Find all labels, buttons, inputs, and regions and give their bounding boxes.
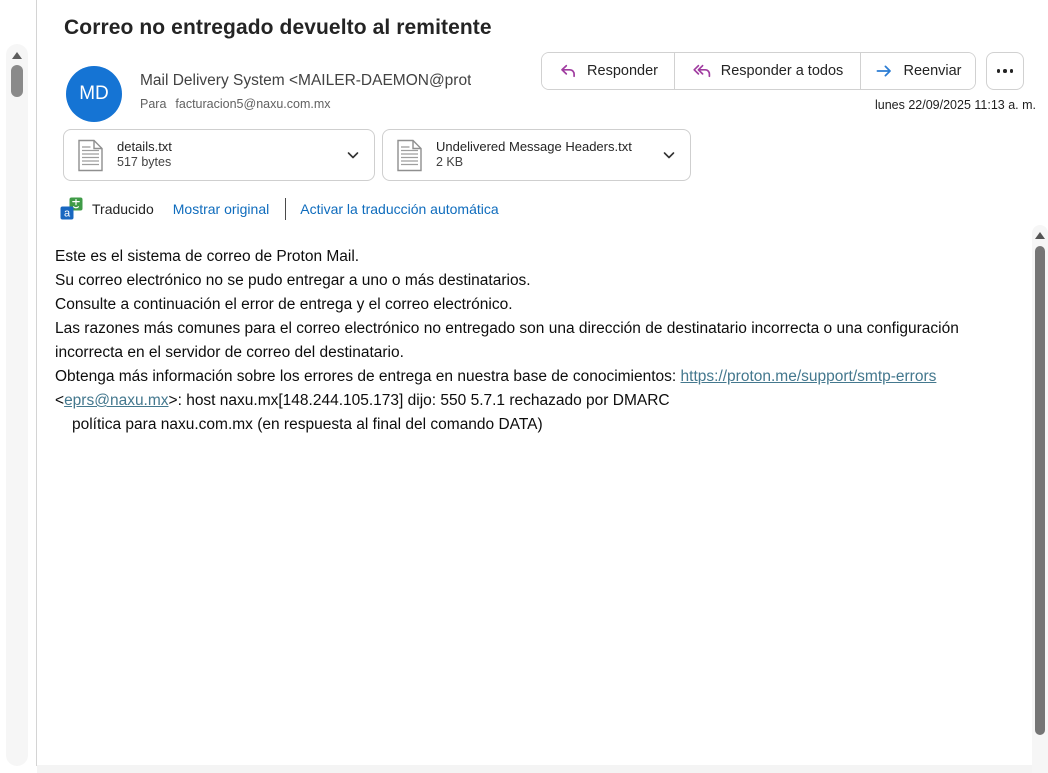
body-line: incorrecta en el servidor de correo del … xyxy=(55,341,1030,365)
horizontal-scrollbar-track[interactable] xyxy=(37,765,1032,773)
attachment-tile[interactable]: Undelivered Message Headers.txt 2 KB xyxy=(382,129,691,181)
message-scrollbar[interactable] xyxy=(1032,225,1048,773)
delivery-error-block: <eprs@naxu.mx>: host naxu.mx[148.244.105… xyxy=(55,389,1030,437)
scroll-up-icon[interactable] xyxy=(12,52,22,59)
sender-name[interactable]: Mail Delivery System <MAILER-DAEMON@prot xyxy=(140,72,471,90)
document-icon xyxy=(77,139,104,172)
reply-label: Responder xyxy=(587,63,658,79)
left-scrollbar[interactable] xyxy=(6,44,28,766)
translation-status: Traducido xyxy=(92,201,154,217)
message-date: lunes 22/09/2025 11:13 a. m. xyxy=(875,98,1036,112)
forward-label: Reenviar xyxy=(903,63,961,79)
left-scrollbar-thumb[interactable] xyxy=(11,65,23,97)
sender-avatar[interactable]: MD xyxy=(66,66,122,122)
reply-all-button[interactable]: Responder a todos xyxy=(674,53,860,89)
message-action-group: Responder Responder a todos Reenviar xyxy=(541,52,976,90)
attachment-name: Undelivered Message Headers.txt xyxy=(436,139,632,155)
error-line: <eprs@naxu.mx>: host naxu.mx[148.244.105… xyxy=(55,389,1030,413)
body-line: Las razones más comunes para el correo e… xyxy=(55,317,1030,341)
forward-icon xyxy=(874,61,894,81)
body-line: Obtenga más información sobre los errore… xyxy=(55,368,681,385)
reply-all-label: Responder a todos xyxy=(721,63,844,79)
attachment-name: details.txt xyxy=(117,139,172,155)
chevron-down-icon[interactable] xyxy=(661,147,677,163)
more-actions-button[interactable] xyxy=(986,52,1024,90)
support-link[interactable]: https://proton.me/support/smtp-errors xyxy=(681,368,937,385)
document-icon xyxy=(396,139,423,172)
reply-all-icon xyxy=(692,61,712,81)
enable-auto-translate-link[interactable]: Activar la traducción automática xyxy=(300,201,498,217)
recipient-line: Para facturacion5@naxu.com.mx xyxy=(140,97,331,111)
body-paragraph: Obtenga más información sobre los errore… xyxy=(55,365,1030,389)
mail-reading-pane: { "header": { "subject": "Correo no entr… xyxy=(0,0,1048,773)
error-text: >: host naxu.mx[148.244.105.173] dijo: 5… xyxy=(169,392,670,409)
error-text: < xyxy=(55,392,64,409)
show-original-link[interactable]: Mostrar original xyxy=(173,201,269,217)
message-scrollbar-thumb[interactable] xyxy=(1035,246,1045,735)
email-subject: Correo no entregado devuelto al remitent… xyxy=(64,16,492,40)
translate-bar-divider xyxy=(285,198,286,220)
chevron-down-icon[interactable] xyxy=(345,147,361,163)
body-paragraph: Las razones más comunes para el correo e… xyxy=(55,317,1030,365)
body-paragraph: Su correo electrónico no se pudo entrega… xyxy=(55,269,1030,317)
body-paragraph: Este es el sistema de correo de Proton M… xyxy=(55,245,1030,269)
attachment-size: 517 bytes xyxy=(117,155,172,171)
avatar-initials: MD xyxy=(79,83,109,105)
reply-icon xyxy=(558,61,578,81)
scroll-up-icon[interactable] xyxy=(1035,232,1045,239)
attachment-tile[interactable]: details.txt 517 bytes xyxy=(63,129,375,181)
body-line: Consulte a continuación el error de entr… xyxy=(55,293,1030,317)
forward-button[interactable]: Reenviar xyxy=(860,53,975,89)
error-line: política para naxu.com.mx (en respuesta … xyxy=(55,413,1030,437)
translate-icon: a xyxy=(60,197,83,220)
pane-divider xyxy=(36,0,37,766)
attachments-row: details.txt 517 bytes Undelivered Messag… xyxy=(63,129,691,181)
svg-text:a: a xyxy=(64,208,71,220)
message-body: Este es el sistema de correo de Proton M… xyxy=(55,245,1030,437)
attachment-size: 2 KB xyxy=(436,155,632,171)
to-recipient[interactable]: facturacion5@naxu.com.mx xyxy=(175,97,330,111)
more-icon xyxy=(997,69,1014,73)
body-line: Su correo electrónico no se pudo entrega… xyxy=(55,269,1030,293)
reply-button[interactable]: Responder xyxy=(542,53,674,89)
to-label: Para xyxy=(140,97,166,111)
translation-bar: a Traducido Mostrar original Activar la … xyxy=(60,196,499,221)
recipient-email-link[interactable]: eprs@naxu.mx xyxy=(64,392,168,409)
